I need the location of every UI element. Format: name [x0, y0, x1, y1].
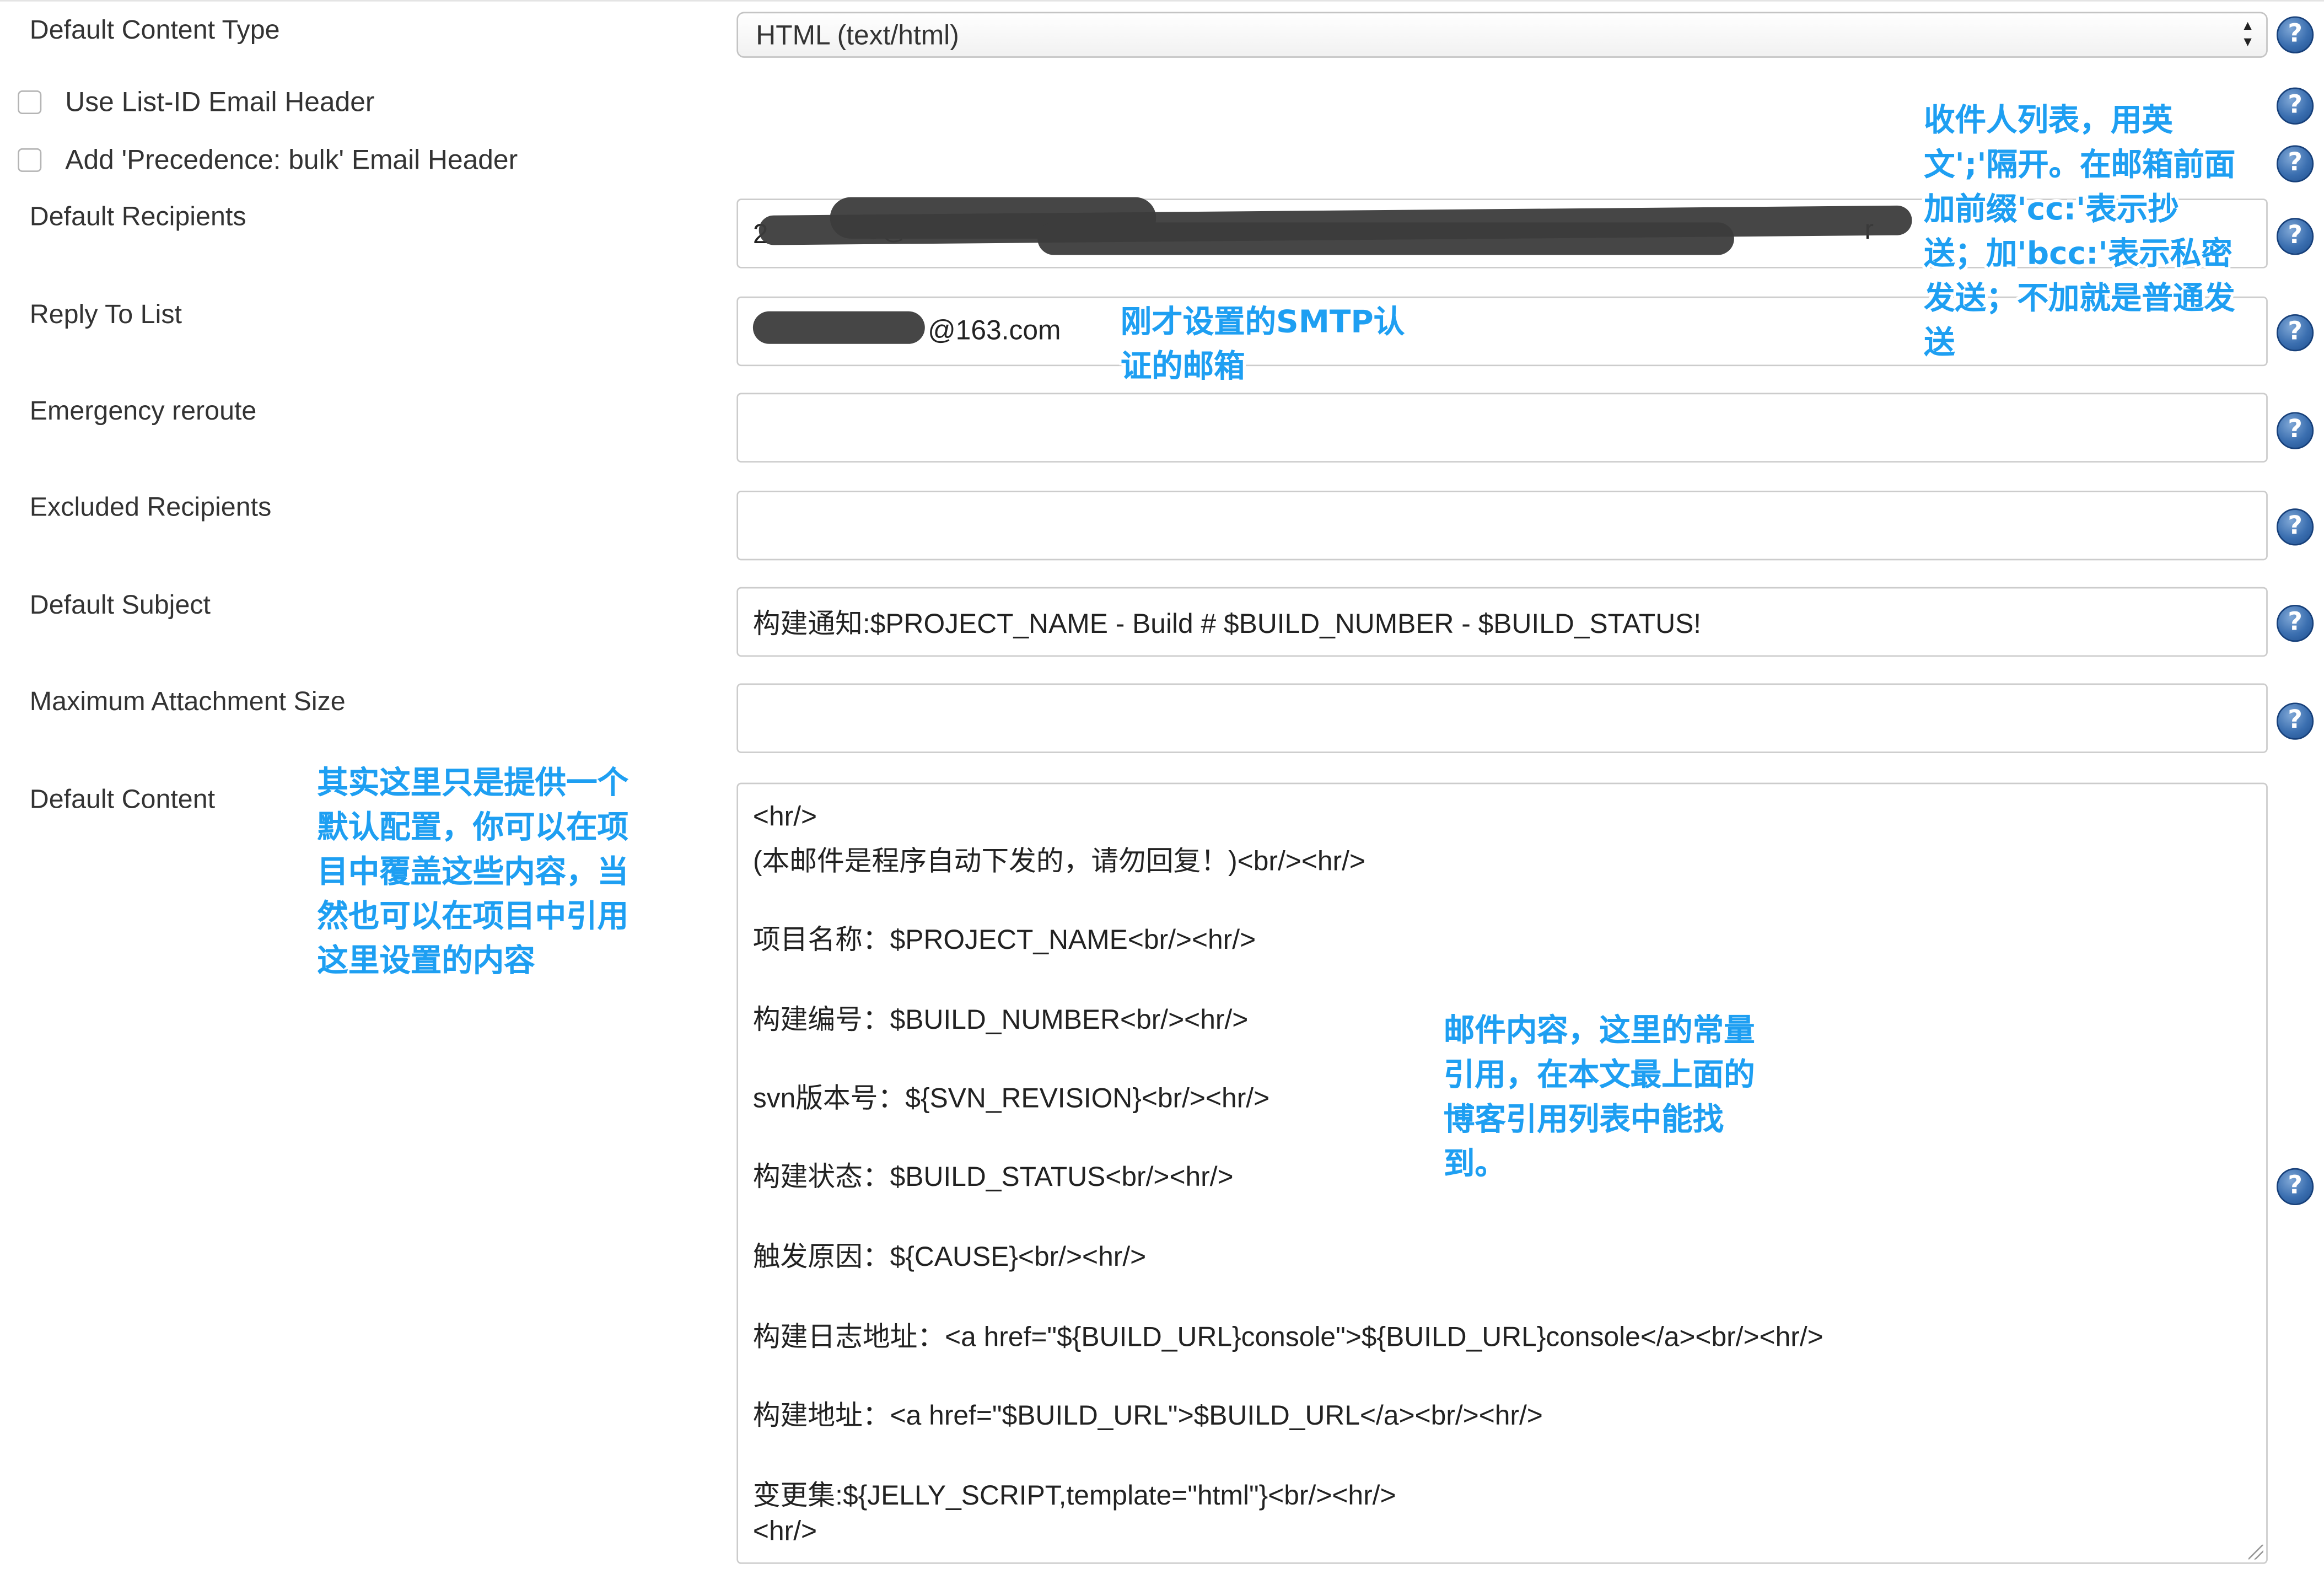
help-icon[interactable]: ? — [2276, 412, 2314, 449]
subject-label: Default Subject — [29, 590, 211, 620]
help-icon[interactable]: ? — [2276, 16, 2314, 53]
content-type-value: HTML (text/html) — [756, 18, 959, 50]
content-line: <hr/> — [752, 1514, 817, 1546]
list-id-checkbox[interactable] — [18, 90, 42, 115]
emergency-label: Emergency reroute — [29, 395, 257, 426]
content-line: (本邮件是程序自动下发的，请勿回复！)<br/><hr/> — [752, 845, 1365, 877]
max-attachment-label: Maximum Attachment Size — [29, 686, 346, 716]
annotation-recipients-note: 收件人列表，用英文';'隔开。在邮箱前面加前缀'cc:'表示抄送；加'bcc:'… — [1924, 102, 2236, 361]
list-id-row: Use List-ID Email Header — [18, 84, 374, 120]
content-line: 触发原因：${CAUSE}<br/><hr/> — [752, 1240, 1147, 1272]
reply-to-value: @163.com — [928, 314, 1061, 346]
help-icon[interactable]: ? — [2276, 702, 2314, 740]
excluded-input[interactable] — [736, 490, 2268, 561]
resize-handle[interactable] — [2248, 1544, 2263, 1560]
excluded-label: Excluded Recipients — [29, 492, 272, 522]
content-line: 构建地址：<a href="$BUILD_URL">$BUILD_URL</a>… — [752, 1399, 1543, 1431]
content-line: 构建日志地址：<a href="${BUILD_URL}console">${B… — [752, 1320, 1823, 1352]
help-icon[interactable]: ? — [2276, 508, 2314, 546]
precedence-checkbox[interactable] — [18, 148, 42, 172]
email-extension-config-panel: Default Content Type HTML (text/html) ▲ ▼… — [0, 0, 2324, 1589]
top-divider — [0, 0, 2324, 2]
content-line: <hr/> — [752, 800, 817, 832]
help-icon[interactable]: ? — [2276, 218, 2314, 255]
help-icon[interactable]: ? — [2276, 87, 2314, 125]
redaction-mark — [752, 311, 925, 344]
help-icon[interactable]: ? — [2276, 314, 2314, 352]
precedence-label: Add 'Precedence: bulk' Email Header — [65, 143, 518, 175]
precedence-row: Add 'Precedence: bulk' Email Header — [18, 142, 518, 178]
annotation-smtp-note: 刚才设置的SMTP认证的邮箱 — [1120, 304, 1405, 384]
reply-to-label: Reply To List — [29, 299, 182, 329]
help-icon[interactable]: ? — [2276, 605, 2314, 642]
chevron-updown-icon: ▲ ▼ — [2241, 18, 2255, 49]
annotation-content-note: 邮件内容，这里的常量引用，在本文最上面的博客引用列表中能找到。 — [1443, 1012, 1755, 1181]
content-line: 项目名称：$PROJECT_NAME<br/><hr/> — [752, 923, 1256, 955]
recipients-label: Default Recipients — [29, 201, 246, 232]
subject-input[interactable]: 构建通知:$PROJECT_NAME - Build # $BUILD_NUMB… — [736, 587, 2268, 657]
max-attachment-input[interactable] — [736, 683, 2268, 753]
annotation-default-note: 其实这里只是提供一个默认配置，你可以在项目中覆盖这些内容，当然也可以在项目中引用… — [317, 765, 629, 979]
content-type-label: Default Content Type — [29, 14, 280, 45]
content-line: svn版本号：${SVN_REVISION}<br/><hr/> — [752, 1082, 1270, 1114]
help-icon[interactable]: ? — [2276, 145, 2314, 182]
content-line: 构建编号：$BUILD_NUMBER<br/><hr/> — [752, 1003, 1249, 1035]
list-id-label: Use List-ID Email Header — [65, 85, 375, 117]
content-type-select[interactable]: HTML (text/html) ▲ ▼ — [736, 12, 2268, 58]
content-line: 变更集:${JELLY_SCRIPT,template="html"}<br/>… — [752, 1479, 1396, 1511]
content-label: Default Content — [29, 784, 216, 814]
subject-value: 构建通知:$PROJECT_NAME - Build # $BUILD_NUMB… — [752, 607, 1702, 638]
content-line: 构建状态：$BUILD_STATUS<br/><hr/> — [752, 1161, 1234, 1192]
emergency-input[interactable] — [736, 393, 2268, 463]
redaction-mark — [1037, 222, 1734, 255]
help-icon[interactable]: ? — [2276, 1168, 2314, 1205]
